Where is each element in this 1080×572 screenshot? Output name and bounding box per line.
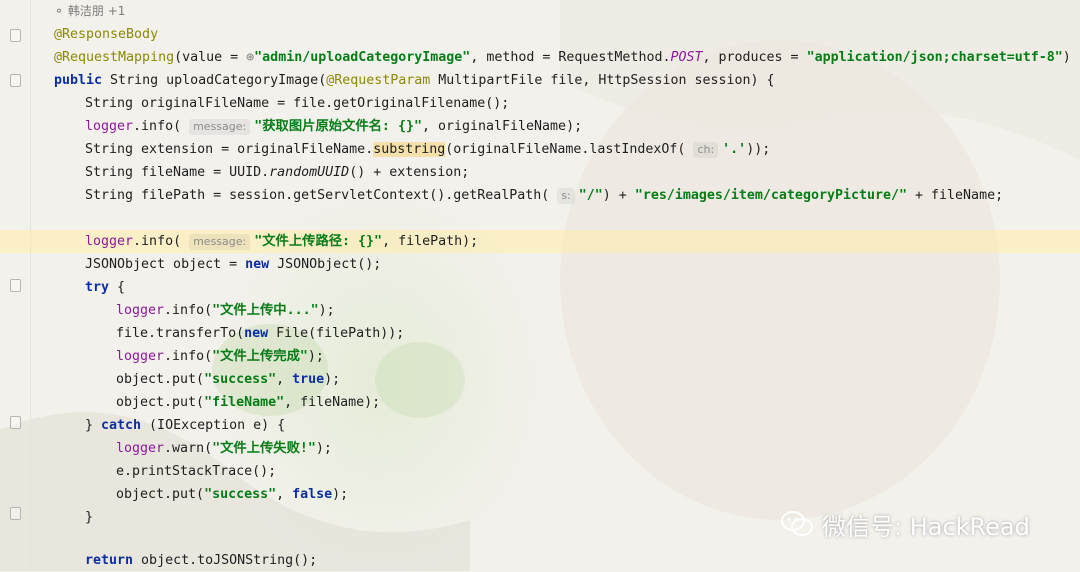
code-line[interactable]: try {: [0, 276, 1080, 299]
code-line: ⚬ 韩洁朋 +1: [0, 0, 1080, 23]
code-line[interactable]: logger.info("文件上传中...");: [0, 299, 1080, 322]
code-line[interactable]: @ResponseBody: [0, 23, 1080, 46]
user-icon: ⚬: [54, 4, 68, 18]
parameter-hint: message:: [189, 119, 251, 135]
author-annotation[interactable]: ⚬ 韩洁朋 +1: [54, 0, 125, 23]
code-line-current[interactable]: logger.info( message: "文件上传路径: {}", fileP…: [0, 230, 1080, 253]
wechat-icon: [781, 511, 813, 536]
code-line[interactable]: String fileName = UUID.randomUUID() + ex…: [0, 161, 1080, 184]
code-line[interactable]: logger.info("文件上传完成");: [0, 345, 1080, 368]
code-line-empty[interactable]: [0, 207, 1080, 230]
parameter-hint: message:: [189, 234, 251, 250]
code-line[interactable]: logger.warn("文件上传失败!");: [0, 437, 1080, 460]
code-line[interactable]: String originalFileName = file.getOrigin…: [0, 92, 1080, 115]
code-line[interactable]: return object.toJSONString();: [0, 549, 1080, 572]
parameter-hint: s:: [557, 188, 575, 204]
code-line[interactable]: JSONObject object = new JSONObject();: [0, 253, 1080, 276]
code-line[interactable]: String filePath = session.getServletCont…: [0, 184, 1080, 207]
code-line[interactable]: String extension = originalFileName.subs…: [0, 138, 1080, 161]
code-line[interactable]: object.put("success", true);: [0, 368, 1080, 391]
parameter-hint: ch:: [693, 142, 719, 158]
code-line[interactable]: file.transferTo(new File(filePath));: [0, 322, 1080, 345]
wechat-watermark: 微信号: HackRead: [780, 507, 1030, 541]
code-line[interactable]: @RequestMapping(value = ⊛"admin/uploadCa…: [0, 46, 1080, 69]
code-line[interactable]: logger.info( message: "获取图片原始文件名: {}", or…: [0, 115, 1080, 138]
code-line[interactable]: object.put("success", false);: [0, 483, 1080, 506]
code-line[interactable]: public String uploadCategoryImage(@Reque…: [0, 69, 1080, 92]
globe-icon: ⊛: [246, 50, 255, 65]
code-line[interactable]: e.printStackTrace();: [0, 460, 1080, 483]
code-line[interactable]: object.put("fileName", fileName);: [0, 391, 1080, 414]
code-line[interactable]: } catch (IOException e) {: [0, 414, 1080, 437]
